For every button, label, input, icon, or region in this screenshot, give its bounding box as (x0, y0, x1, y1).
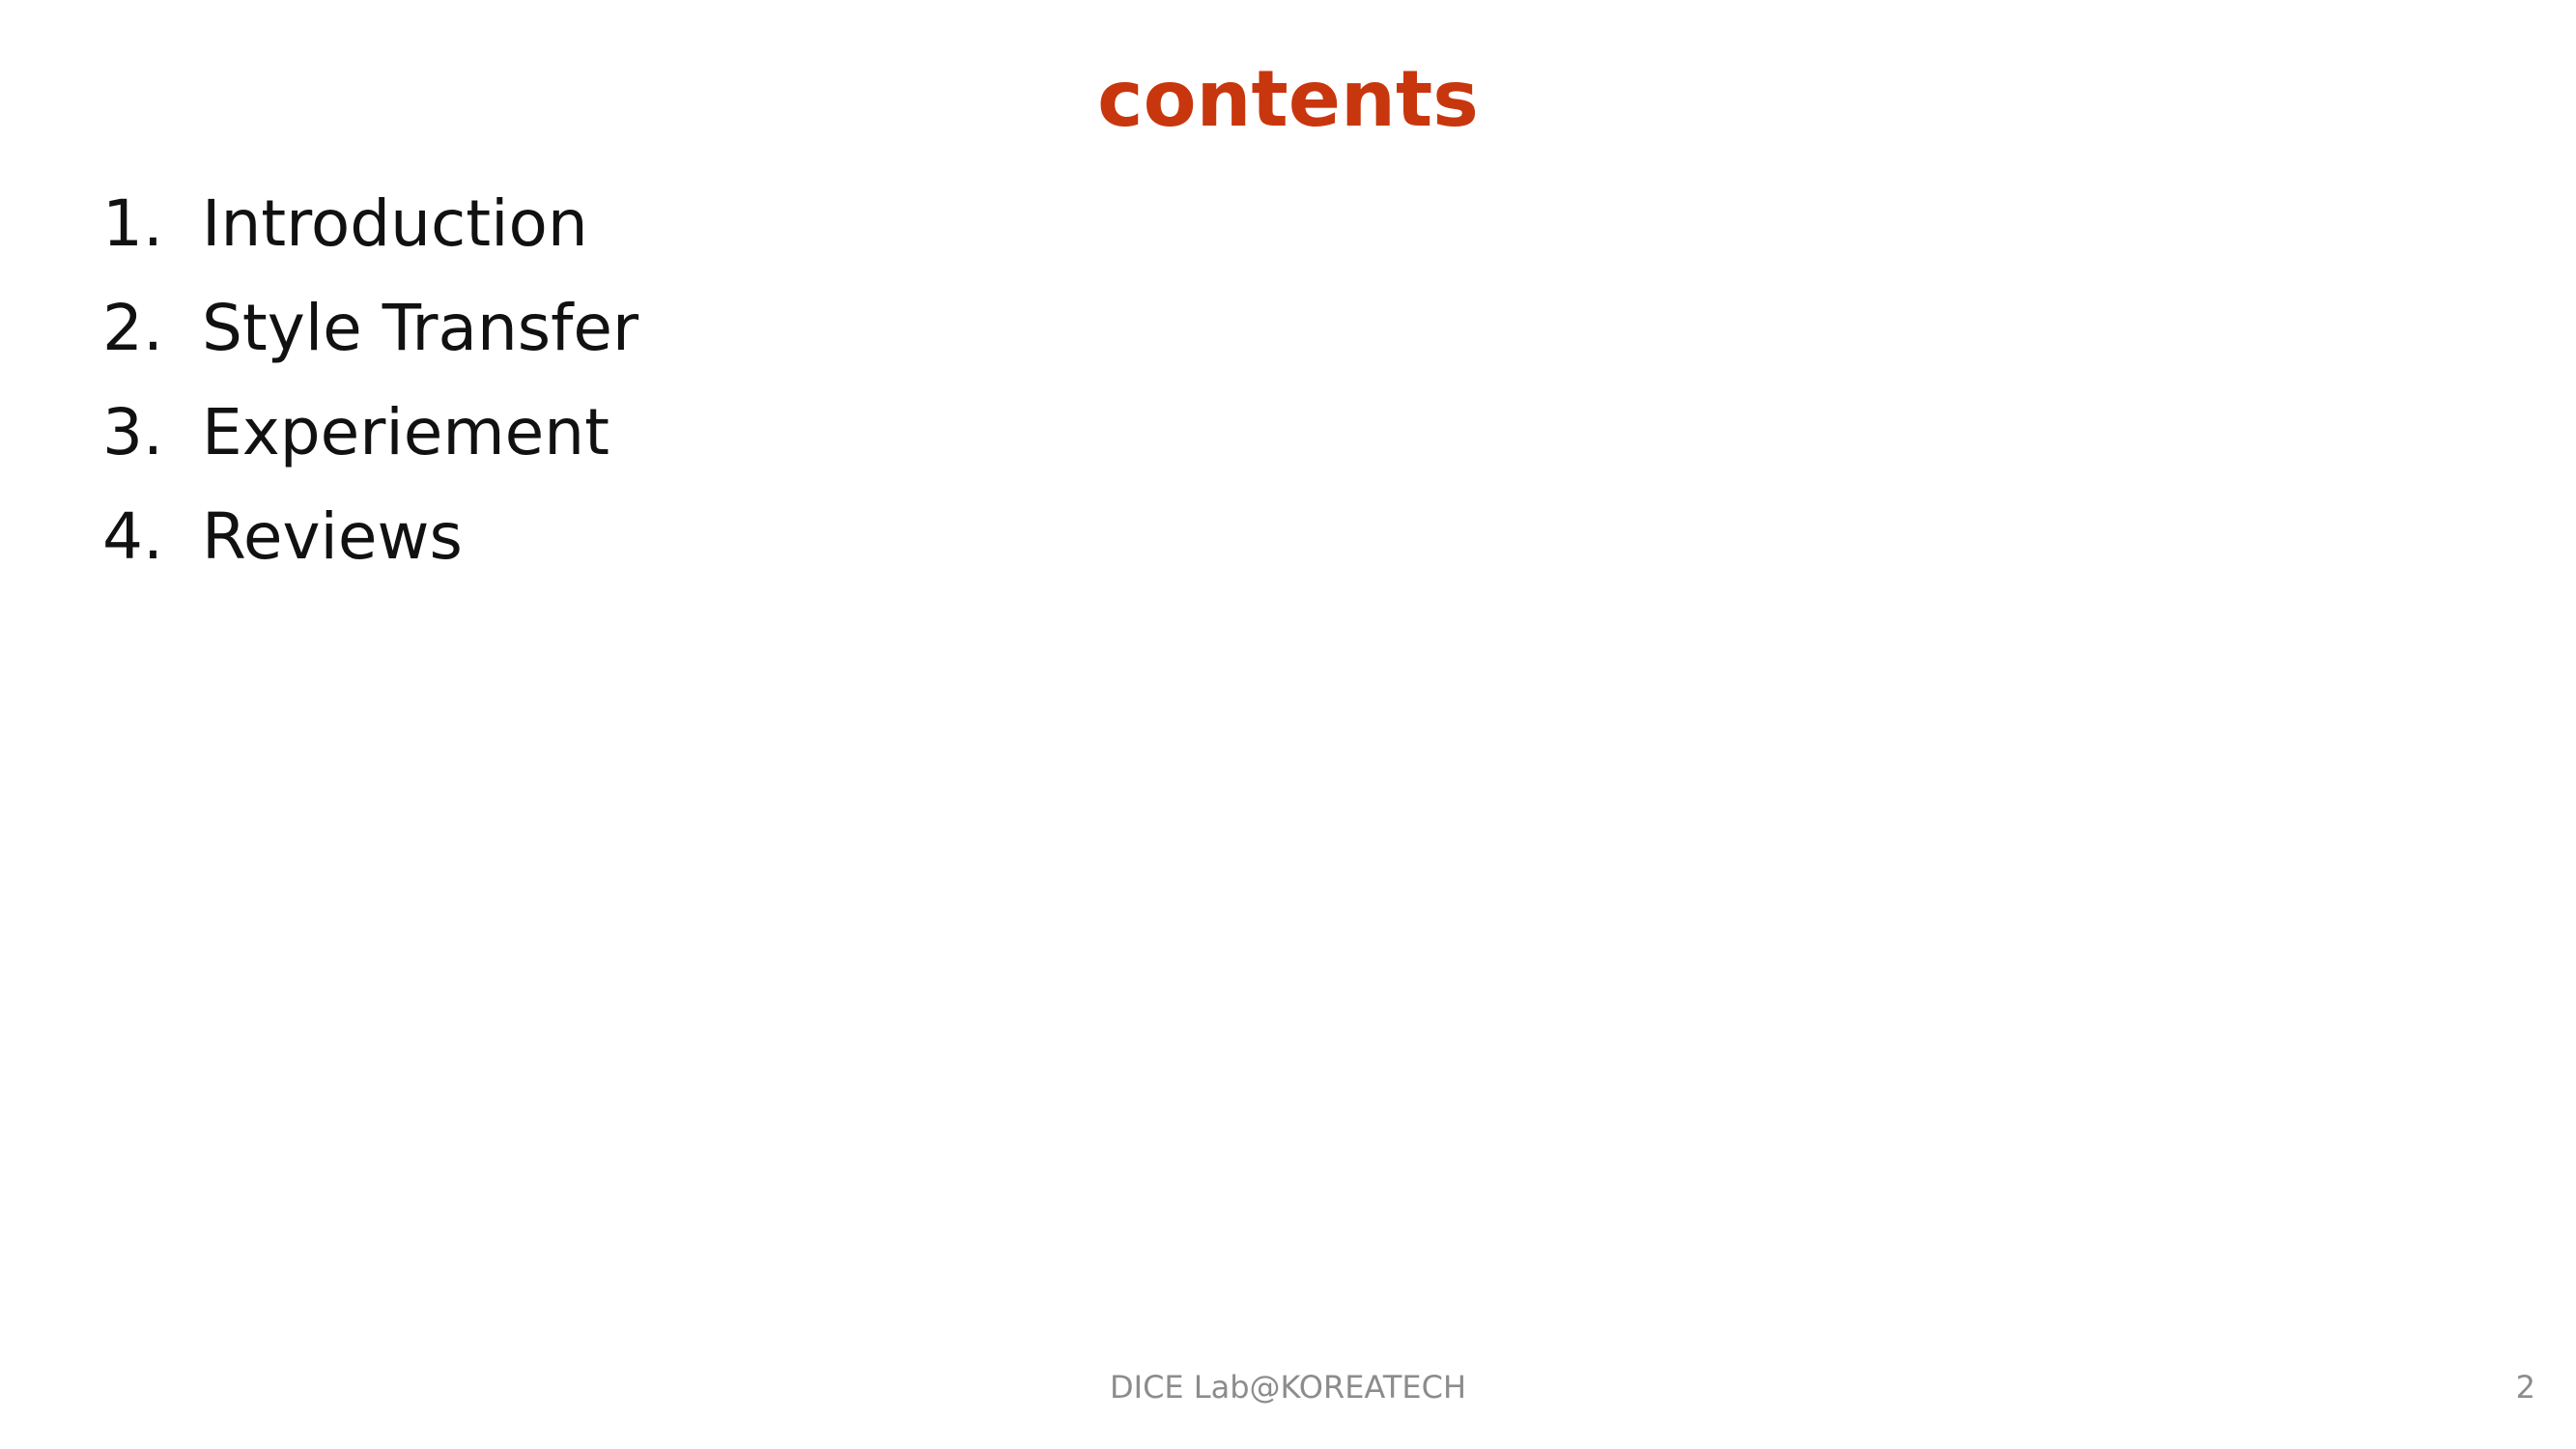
list-item-number: 1. (102, 186, 163, 261)
footer-lab-name: DICE Lab@KOREATECH (1109, 1369, 1466, 1406)
contents-list: 1. Introduction 2. Style Transfer 3. Exp… (102, 172, 638, 589)
list-item-number: 2. (102, 291, 163, 365)
list-item-number: 3. (102, 395, 163, 469)
list-item-label: Reviews (202, 499, 463, 574)
list-item-label: Style Transfer (202, 291, 639, 365)
list-item: 1. Introduction (102, 172, 638, 276)
list-item-label: Experiement (202, 395, 609, 469)
list-item: 3. Experiement (102, 381, 638, 485)
list-item-number: 4. (102, 499, 163, 574)
list-item-label: Introduction (202, 186, 588, 261)
slide-title: contents (1097, 54, 1479, 144)
list-item: 2. Style Transfer (102, 276, 638, 381)
slide: contents 1. Introduction 2. Style Transf… (0, 0, 2576, 1449)
list-item: 4. Reviews (102, 485, 638, 589)
page-number: 2 (2515, 1369, 2535, 1406)
